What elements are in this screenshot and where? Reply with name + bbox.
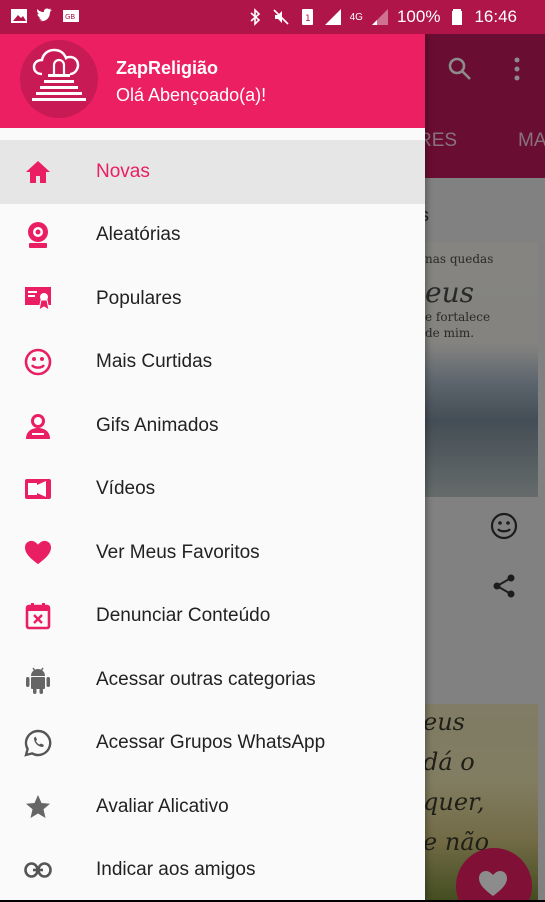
menu-item-label: Acessar outras categorias	[96, 669, 316, 691]
clock: 16:46	[474, 7, 517, 27]
greeting-text: Olá Abençoado(a)!	[116, 85, 266, 106]
certificate-icon	[24, 285, 52, 313]
heart-icon	[24, 539, 52, 567]
menu-item-novas[interactable]: Novas	[0, 140, 425, 204]
menu-item-categorias[interactable]: Acessar outras categorias	[0, 648, 425, 712]
menu-item-label: Vídeos	[96, 478, 155, 500]
image-icon: GB	[62, 7, 80, 25]
twitter-icon	[36, 7, 54, 25]
whatsapp-icon	[24, 729, 52, 757]
drawer-menu: Novas Aleatórias Populares Mais Curtidas…	[0, 140, 425, 902]
webcam-icon	[24, 221, 52, 249]
menu-item-label: Denunciar Conteúdo	[96, 605, 270, 627]
menu-item-denunciar[interactable]: Denunciar Conteúdo	[0, 585, 425, 649]
menu-item-aleatorias[interactable]: Aleatórias	[0, 204, 425, 268]
svg-text:GB: GB	[65, 13, 75, 21]
drawer-header: ZapReligião Olá Abençoado(a)!	[0, 34, 425, 128]
menu-item-whatsapp[interactable]: Acessar Grupos WhatsApp	[0, 712, 425, 776]
menu-item-label: Mais Curtidas	[96, 351, 212, 373]
app-logo	[20, 40, 98, 118]
smiley-icon	[24, 348, 52, 376]
menu-item-populares[interactable]: Populares	[0, 267, 425, 331]
star-icon	[24, 793, 52, 821]
android-icon	[24, 666, 52, 694]
menu-item-label: Populares	[96, 288, 182, 310]
person-icon	[24, 412, 52, 440]
svg-text:1: 1	[305, 14, 311, 24]
menu-item-label: Novas	[96, 161, 150, 183]
signal-icon	[324, 8, 342, 26]
link-icon	[24, 856, 52, 884]
status-bar: GB 1 4G 100% 16:46	[0, 0, 545, 34]
menu-item-label: Gifs Animados	[96, 415, 219, 437]
menu-item-label: Ver Meus Favoritos	[96, 542, 260, 564]
gallery-icon	[10, 7, 28, 25]
menu-item-label: Acessar Grupos WhatsApp	[96, 732, 325, 754]
video-icon	[24, 475, 52, 503]
sim-icon: 1	[298, 8, 316, 26]
menu-item-videos[interactable]: Vídeos	[0, 458, 425, 522]
bluetooth-icon	[246, 8, 264, 26]
mute-icon	[272, 8, 290, 26]
menu-item-avaliar[interactable]: Avaliar Alicativo	[0, 775, 425, 839]
menu-item-favoritos[interactable]: Ver Meus Favoritos	[0, 521, 425, 585]
menu-item-label: Indicar aos amigos	[96, 859, 255, 881]
menu-item-gifs[interactable]: Gifs Animados	[0, 394, 425, 458]
menu-item-mais-curtidas[interactable]: Mais Curtidas	[0, 331, 425, 395]
navigation-drawer: ZapReligião Olá Abençoado(a)! Novas Alea…	[0, 34, 425, 900]
signal-weak-icon	[371, 8, 389, 26]
menu-item-label: Aleatórias	[96, 224, 181, 246]
church-cloud-icon	[20, 40, 98, 118]
calendar-x-icon	[24, 602, 52, 630]
battery-level: 100%	[397, 7, 440, 27]
network-type: 4G	[350, 12, 363, 23]
app-name: ZapReligião	[116, 58, 218, 79]
menu-item-label: Avaliar Alicativo	[96, 796, 229, 818]
home-icon	[24, 158, 52, 186]
menu-item-indicar[interactable]: Indicar aos amigos	[0, 839, 425, 902]
battery-icon	[448, 8, 466, 26]
